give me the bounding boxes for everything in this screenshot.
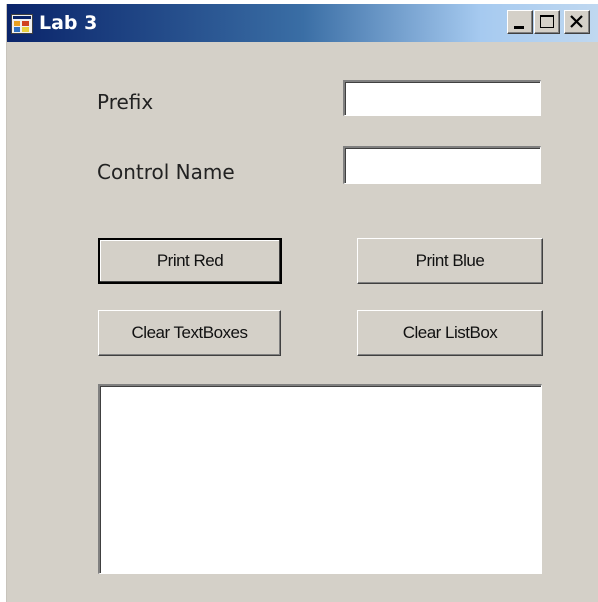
control-name-label: Control Name: [97, 160, 235, 184]
print-blue-button[interactable]: Print Blue: [357, 238, 543, 284]
minimize-icon: [514, 26, 524, 29]
maximize-icon: [540, 15, 554, 28]
clear-listbox-button[interactable]: Clear ListBox: [357, 310, 543, 356]
clear-textboxes-button[interactable]: Clear TextBoxes: [98, 310, 281, 356]
print-red-button[interactable]: Print Red: [98, 238, 282, 284]
control-name-input[interactable]: [343, 146, 541, 184]
minimize-button[interactable]: [507, 10, 533, 34]
app-window: Lab 3 Prefix Control Name Print Red Prin…: [6, 4, 598, 602]
prefix-input[interactable]: [343, 80, 541, 116]
maximize-button[interactable]: [534, 10, 560, 34]
app-icon[interactable]: [11, 14, 33, 34]
close-button[interactable]: [564, 10, 590, 34]
prefix-label: Prefix: [97, 90, 154, 114]
close-icon: [570, 15, 583, 28]
window-title: Lab 3: [39, 12, 98, 34]
title-bar[interactable]: Lab 3: [7, 4, 598, 42]
output-listbox[interactable]: [98, 384, 542, 574]
